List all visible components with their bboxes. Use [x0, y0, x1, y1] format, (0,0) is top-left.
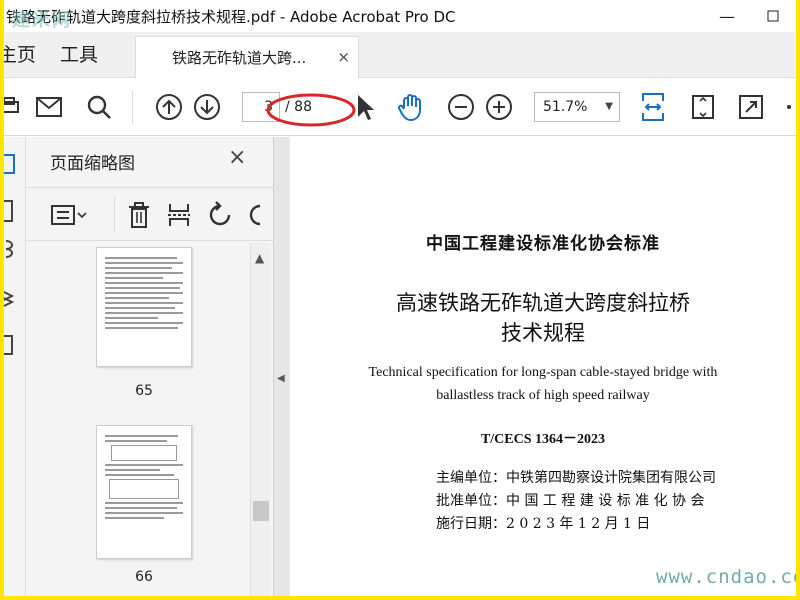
- thumbnails-panel-title: 页面缩略图: [50, 154, 135, 174]
- document-english-title-line2: ballastless track of high speed railway: [436, 388, 650, 403]
- chevron-down-icon: ▼: [605, 101, 613, 112]
- thumbnail-page-number: 65: [135, 383, 153, 399]
- document-page: 中国工程建设标准化协会标准 高速铁路无砟轨道大跨度斜拉桥 技术规程 Techni…: [290, 137, 796, 596]
- toolbar: 3 / 88 51.7% ▼: [4, 78, 796, 136]
- fullscreen-icon[interactable]: [736, 92, 766, 122]
- acrobat-window: 铁路无砟轨道大跨度斜拉桥技术规程.pdf - Adobe Acrobat Pro…: [4, 0, 796, 596]
- document-english-title-line1: Technical specification for long-span ca…: [368, 365, 718, 380]
- thumbnail-list[interactable]: 65 66: [26, 243, 252, 596]
- close-panel-button[interactable]: ×: [228, 145, 246, 170]
- zoom-out-icon[interactable]: [446, 92, 476, 122]
- document-title-line1: 高速铁路无砟轨道大跨度斜拉桥: [396, 291, 690, 315]
- document-effective-date: 施行日期：2 0 2 3 年 1 2 月 1 日: [436, 516, 651, 532]
- select-cursor-icon[interactable]: [350, 92, 380, 122]
- zoom-select[interactable]: 51.7% ▼: [534, 92, 620, 122]
- document-code: T/CECS 1364－2023: [480, 432, 606, 447]
- rotate-right-icon[interactable]: [246, 200, 266, 230]
- thumbnails-toolbar: [26, 187, 274, 241]
- page-down-icon[interactable]: [192, 92, 222, 122]
- tab-tools[interactable]: 工具: [60, 32, 98, 78]
- fit-page-icon[interactable]: [688, 92, 718, 122]
- thumbnails-panel: 页面缩略图 × 65 66 ▲: [26, 137, 274, 596]
- maximize-button[interactable]: [750, 0, 796, 32]
- fit-width-icon[interactable]: [638, 92, 668, 122]
- document-tab-label: 铁路无砟轨道大跨...: [172, 49, 307, 67]
- attachment-icon[interactable]: [4, 237, 18, 259]
- panel-splitter[interactable]: ◀: [274, 137, 290, 596]
- scrollbar-thumb[interactable]: [253, 501, 269, 521]
- toolbar-divider: [132, 90, 133, 124]
- page-up-icon[interactable]: [154, 92, 184, 122]
- print-icon[interactable]: [4, 92, 24, 122]
- tab-close-button[interactable]: ×: [337, 48, 350, 66]
- watermark-bottom: www.cndao.com: [656, 566, 796, 588]
- document-standard-org: 中国工程建设标准化协会标准: [426, 234, 660, 254]
- signature-icon[interactable]: [4, 333, 18, 357]
- tab-row: 主页 工具 铁路无砟轨道大跨... ×: [4, 32, 796, 78]
- rotate-left-icon[interactable]: [206, 200, 236, 230]
- search-icon[interactable]: [84, 92, 114, 122]
- minimize-button[interactable]: —: [704, 0, 750, 32]
- tab-home[interactable]: 主页: [4, 32, 36, 78]
- thumbnail-scrollbar[interactable]: ▲: [250, 243, 270, 596]
- highlight-ellipse: [266, 93, 356, 127]
- tab-document[interactable]: 铁路无砟轨道大跨... ×: [135, 36, 359, 78]
- delete-page-icon[interactable]: [124, 200, 154, 230]
- watermark-top: 建米网: [12, 10, 72, 31]
- extract-page-icon[interactable]: [164, 200, 194, 230]
- document-approver: 批准单位：中 国 工 程 建 设 标 准 化 协 会: [436, 493, 705, 509]
- collapse-panel-icon[interactable]: ◀: [277, 373, 285, 384]
- more-tools-icon[interactable]: [782, 92, 796, 122]
- zoom-in-icon[interactable]: [484, 92, 514, 122]
- thumbnail-page-number: 66: [135, 569, 153, 585]
- panel-divider: [114, 196, 115, 232]
- left-rail: [4, 137, 26, 596]
- scroll-up-icon[interactable]: ▲: [255, 251, 264, 265]
- title-bar: 铁路无砟轨道大跨度斜拉桥技术规程.pdf - Adobe Acrobat Pro…: [4, 0, 796, 32]
- document-editor: 主编单位：中铁第四勘察设计院集团有限公司: [436, 470, 716, 486]
- zoom-value: 51.7%: [543, 99, 588, 115]
- layers-icon[interactable]: [4, 287, 18, 311]
- document-title-line2: 技术规程: [501, 321, 585, 345]
- bookmark-icon[interactable]: [4, 199, 18, 223]
- hand-icon[interactable]: [396, 92, 426, 122]
- maximize-icon: [767, 10, 779, 22]
- page-thumbnail[interactable]: [96, 425, 192, 559]
- page-thumbnail[interactable]: [96, 247, 192, 367]
- page-thumbnails-rail-icon[interactable]: [4, 153, 18, 175]
- mail-icon[interactable]: [34, 92, 64, 122]
- thumbnail-options-icon[interactable]: [50, 200, 90, 230]
